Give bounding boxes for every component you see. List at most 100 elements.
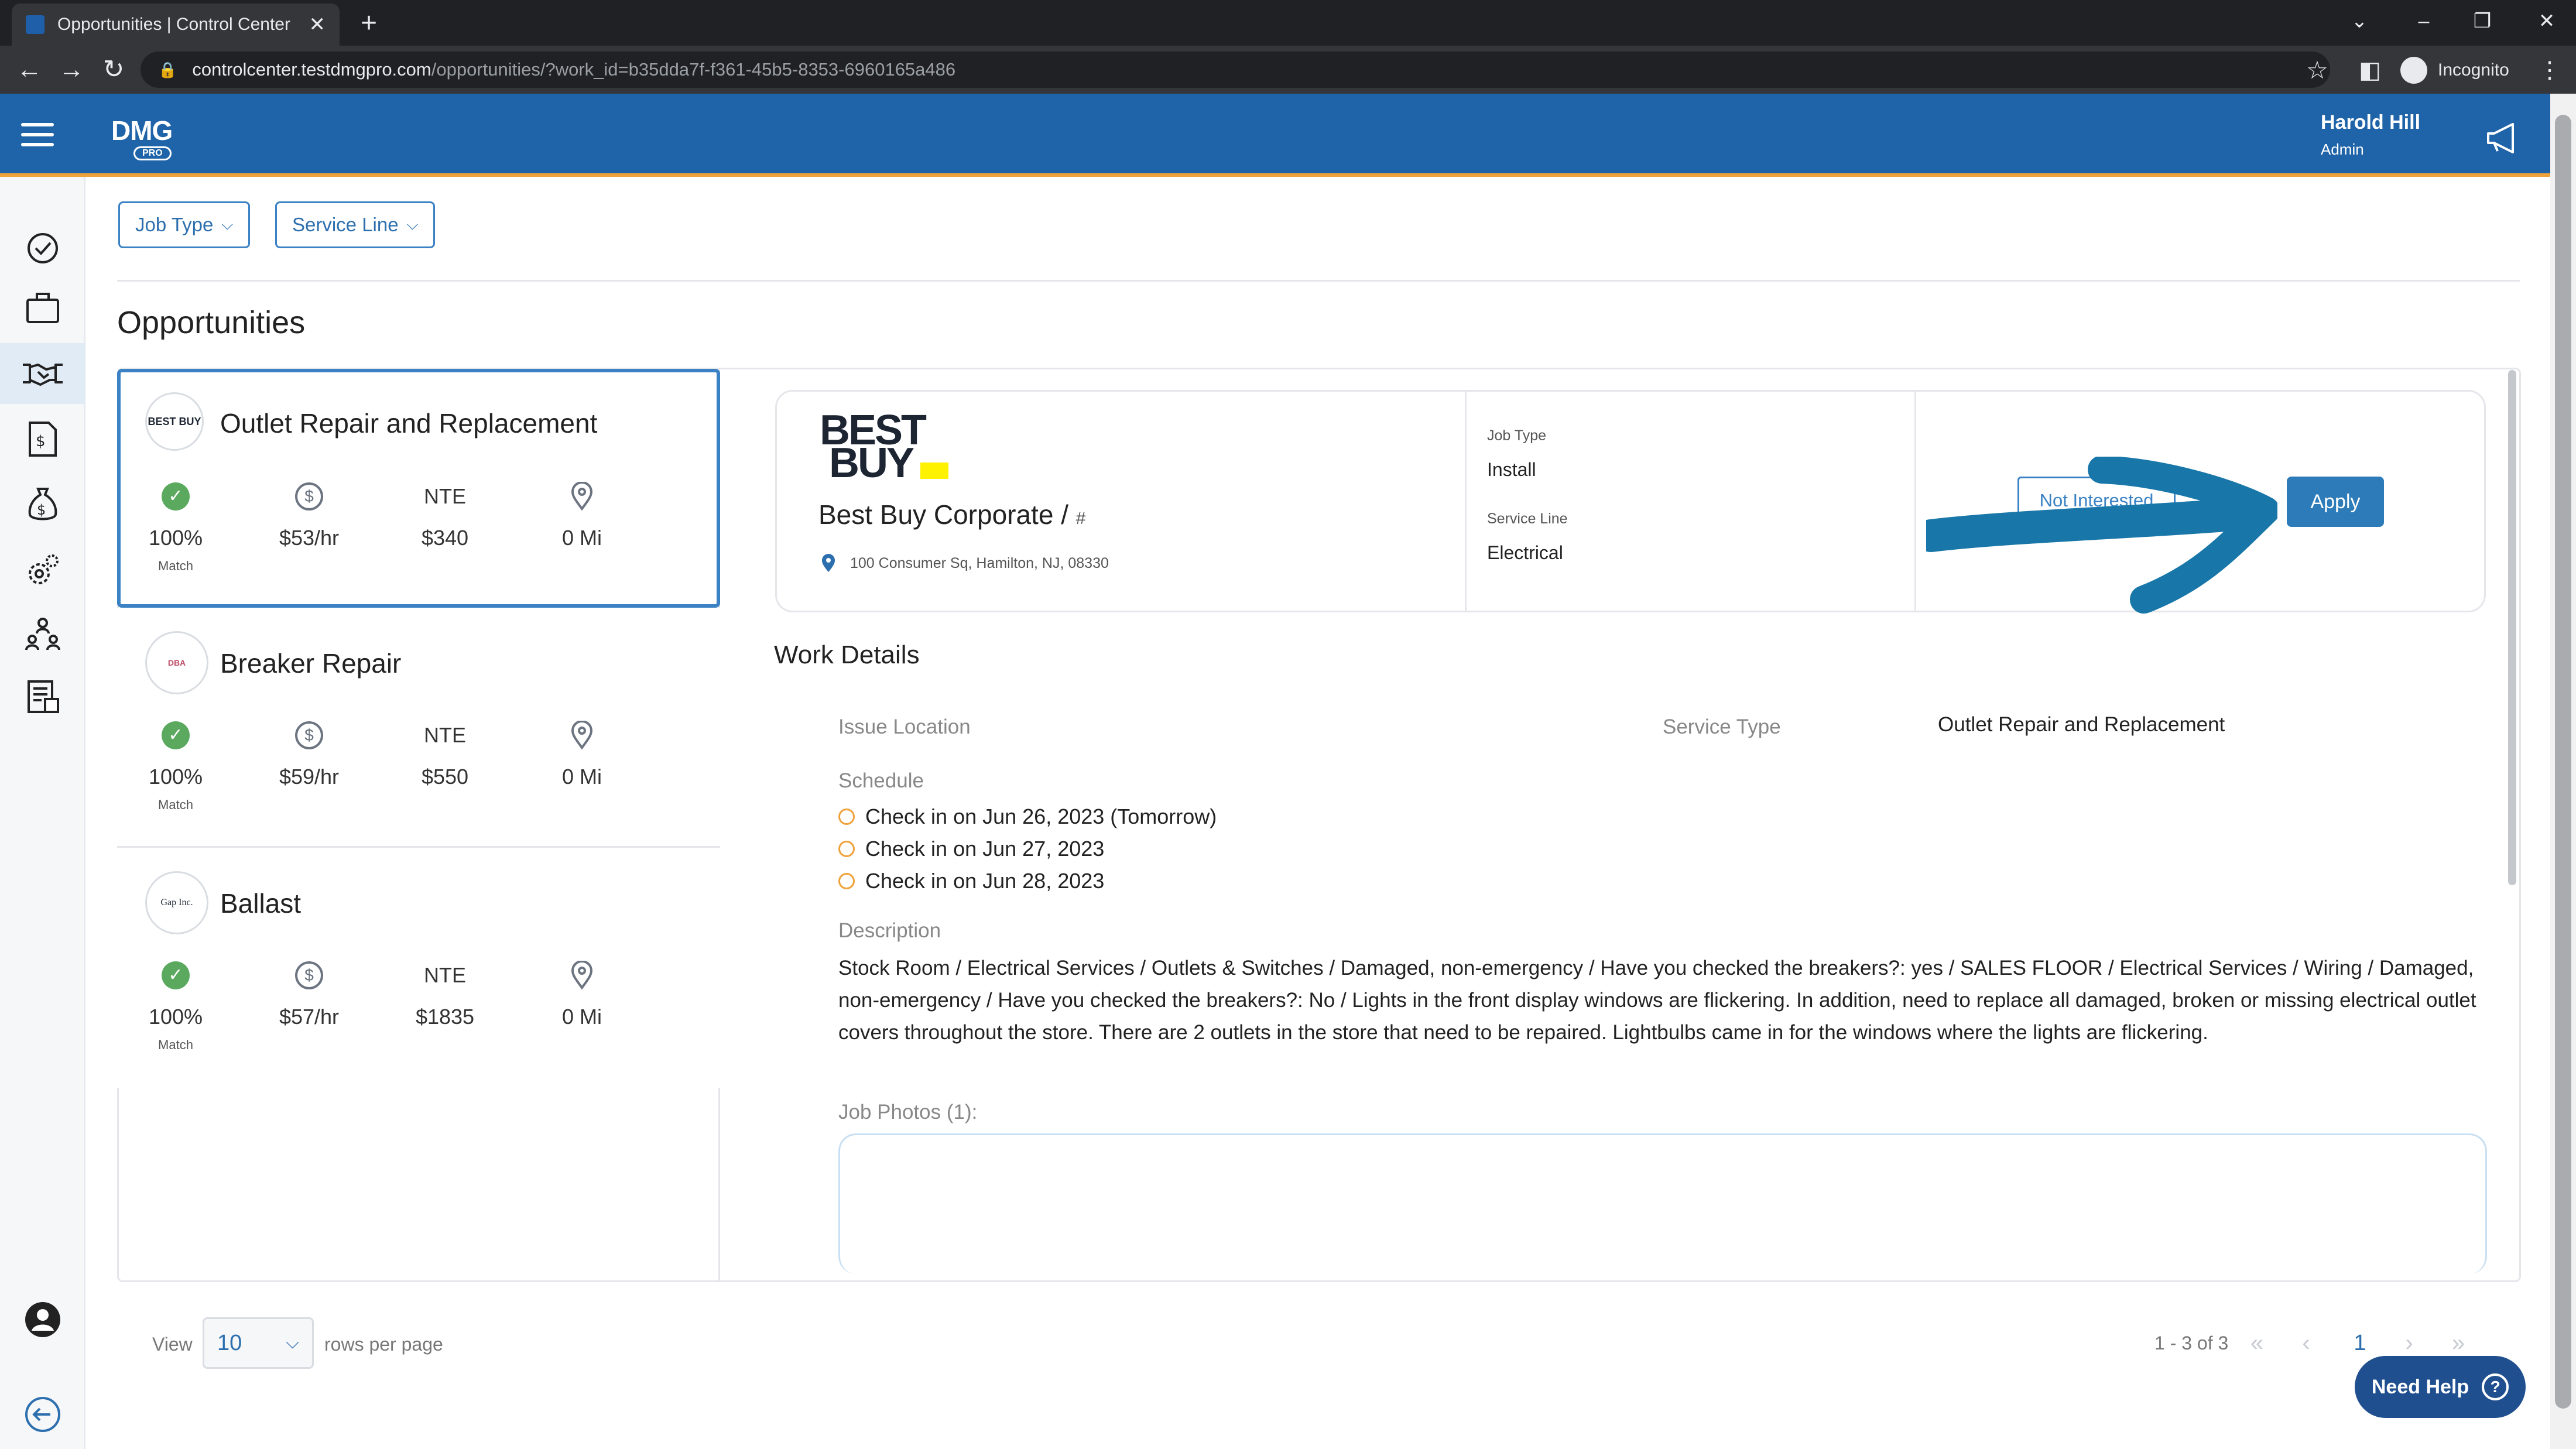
company-suffix: # [1075,509,1086,528]
schedule-label: Schedule [838,769,924,792]
svg-text:$: $ [36,433,46,450]
user-name[interactable]: Harold Hill [2321,111,2420,134]
last-page-icon[interactable]: » [2444,1327,2473,1359]
nav-payments-moneybag-icon[interactable]: $ [0,474,85,535]
nav-settings-gears-icon[interactable] [0,540,85,601]
nav-invoices-icon[interactable]: $ [0,409,85,470]
map-pin-icon [822,554,835,572]
megaphone-icon[interactable] [2482,117,2523,158]
job-photos-gallery[interactable] [838,1133,2487,1274]
nte-stat: NTE $340 [392,480,498,550]
forward-button[interactable]: → [54,53,89,88]
nav-opportunities-handshake-icon[interactable] [0,343,85,404]
schedule-item: Check in on Jun 27, 2023 [838,833,1104,865]
hamburger-menu-icon[interactable] [21,123,54,151]
description-label: Description [838,919,941,942]
job-type-filter[interactable]: Job Type ⌵ [118,201,251,248]
page-title: Opportunities [117,305,306,340]
side-panel-icon[interactable]: ◧ [2354,54,2386,87]
rate-stat: $ $59/hr [256,719,362,789]
chevron-down-icon: ⌵ [221,215,234,233]
address-bar[interactable]: 🔒 controlcenter.testdmgpro.com/opportuni… [141,52,2330,88]
match-check-icon: ✓ [162,961,190,989]
location-pin-icon [529,480,635,513]
annotation-arrow [1926,457,2277,614]
nav-tasks-icon[interactable] [0,217,85,278]
work-details-heading: Work Details [774,640,920,669]
opportunity-card[interactable]: Gap Inc. Ballast ✓ 100% Match $ $57/hr N… [117,848,720,1088]
need-help-button[interactable]: Need Help ? [2355,1356,2526,1418]
browser-titlebar [0,0,2576,46]
match-check-icon: ✓ [162,482,190,511]
match-stat: ✓ 100% Match [123,959,228,1053]
nav-team-icon[interactable] [0,603,85,664]
dmg-pro-logo[interactable]: DMG PRO [111,115,193,162]
nte-label: NTE [424,484,466,508]
opportunity-card[interactable]: DBA Breaker Repair ✓ 100% Match $ $59/hr… [117,608,720,848]
nav-jobs-briefcase-icon[interactable] [0,278,85,338]
view-label: View [152,1334,193,1355]
opportunity-card-selected[interactable]: BEST BUY Outlet Repair and Replacement ✓… [117,369,720,608]
nte-label: NTE [424,723,466,747]
clock-icon [838,809,855,825]
bookmark-star-icon[interactable]: ☆ [2301,54,2334,87]
company-name: Best Buy Corporate / # [818,499,1085,530]
page-scrollbar[interactable] [2555,115,2571,1409]
tab-close-icon[interactable]: ✕ [309,13,326,36]
apply-button[interactable]: Apply [2287,477,2384,527]
best-buy-logo: BEST BUY [820,406,960,487]
rate-stat: $ $57/hr [256,959,362,1029]
nav-logout-icon[interactable] [0,1384,85,1445]
opportunity-title: Outlet Repair and Replacement [220,408,598,439]
service-type-label: Service Type [1663,715,1781,738]
restore-button[interactable]: ❐ [2453,0,2512,46]
distance-value: 0 Mi [561,526,602,550]
page-range: 1 - 3 of 3 [2154,1332,2229,1354]
nte-label: NTE [424,963,466,987]
match-check-icon: ✓ [162,721,190,749]
need-help-label: Need Help [2371,1375,2469,1398]
user-role: Admin [2321,141,2364,158]
first-page-icon[interactable]: « [2242,1327,2272,1359]
new-tab-button[interactable]: + [351,7,386,42]
window-close-button[interactable]: ✕ [2517,0,2576,46]
nte-value: $550 [421,765,469,789]
current-page[interactable]: 1 [2345,1327,2375,1359]
schedule-item: Check in on Jun 26, 2023 (Tomorrow) [838,801,1217,833]
prev-page-icon[interactable]: ‹ [2291,1327,2321,1359]
logo-line-2: BUY [829,440,914,487]
clock-icon [838,873,855,889]
service-line-filter-label: Service Line [292,214,399,235]
help-question-icon: ? [2482,1373,2509,1400]
client-logo: BEST BUY [145,392,204,451]
distance-stat: 0 Mi [529,959,635,1029]
minimize-button[interactable]: – [2395,0,2453,46]
rate-value: $57/hr [279,1005,340,1029]
app-header [0,94,2550,177]
dollar-icon: $ [295,961,323,989]
job-type-value: Install [1487,459,1536,480]
job-photos-label: Job Photos (1): [838,1101,978,1123]
match-value: 100% [148,1005,203,1029]
nte-value: $1835 [415,1005,475,1029]
rows-per-page-label: rows per page [324,1334,443,1355]
nav-reports-icon[interactable] [0,666,85,727]
nte-value: $340 [421,526,469,550]
lock-icon: 🔒 [158,60,177,78]
browser-tab[interactable]: Opportunities | Control Center ✕ [12,4,340,46]
browser-menu-icon[interactable]: ⋮ [2535,54,2564,87]
back-button[interactable]: ← [12,53,47,88]
opportunity-title: Ballast [220,888,302,919]
next-page-icon[interactable]: › [2395,1327,2424,1359]
client-logo: DBA [145,631,208,694]
clock-icon [838,841,855,857]
tab-search-icon[interactable]: ⌄ [2330,0,2389,46]
service-line-filter[interactable]: Service Line ⌵ [275,201,436,248]
incognito-badge[interactable]: Incognito [2400,53,2509,88]
service-type-value: Outlet Repair and Replacement [1938,713,2225,736]
reload-button[interactable]: ↻ [96,53,131,88]
nav-profile-avatar-icon[interactable] [0,1289,85,1350]
detail-scrollbar[interactable] [2508,370,2516,885]
rows-per-page-select[interactable]: 10 ⌵ [203,1317,314,1369]
match-label: Match [158,797,193,812]
